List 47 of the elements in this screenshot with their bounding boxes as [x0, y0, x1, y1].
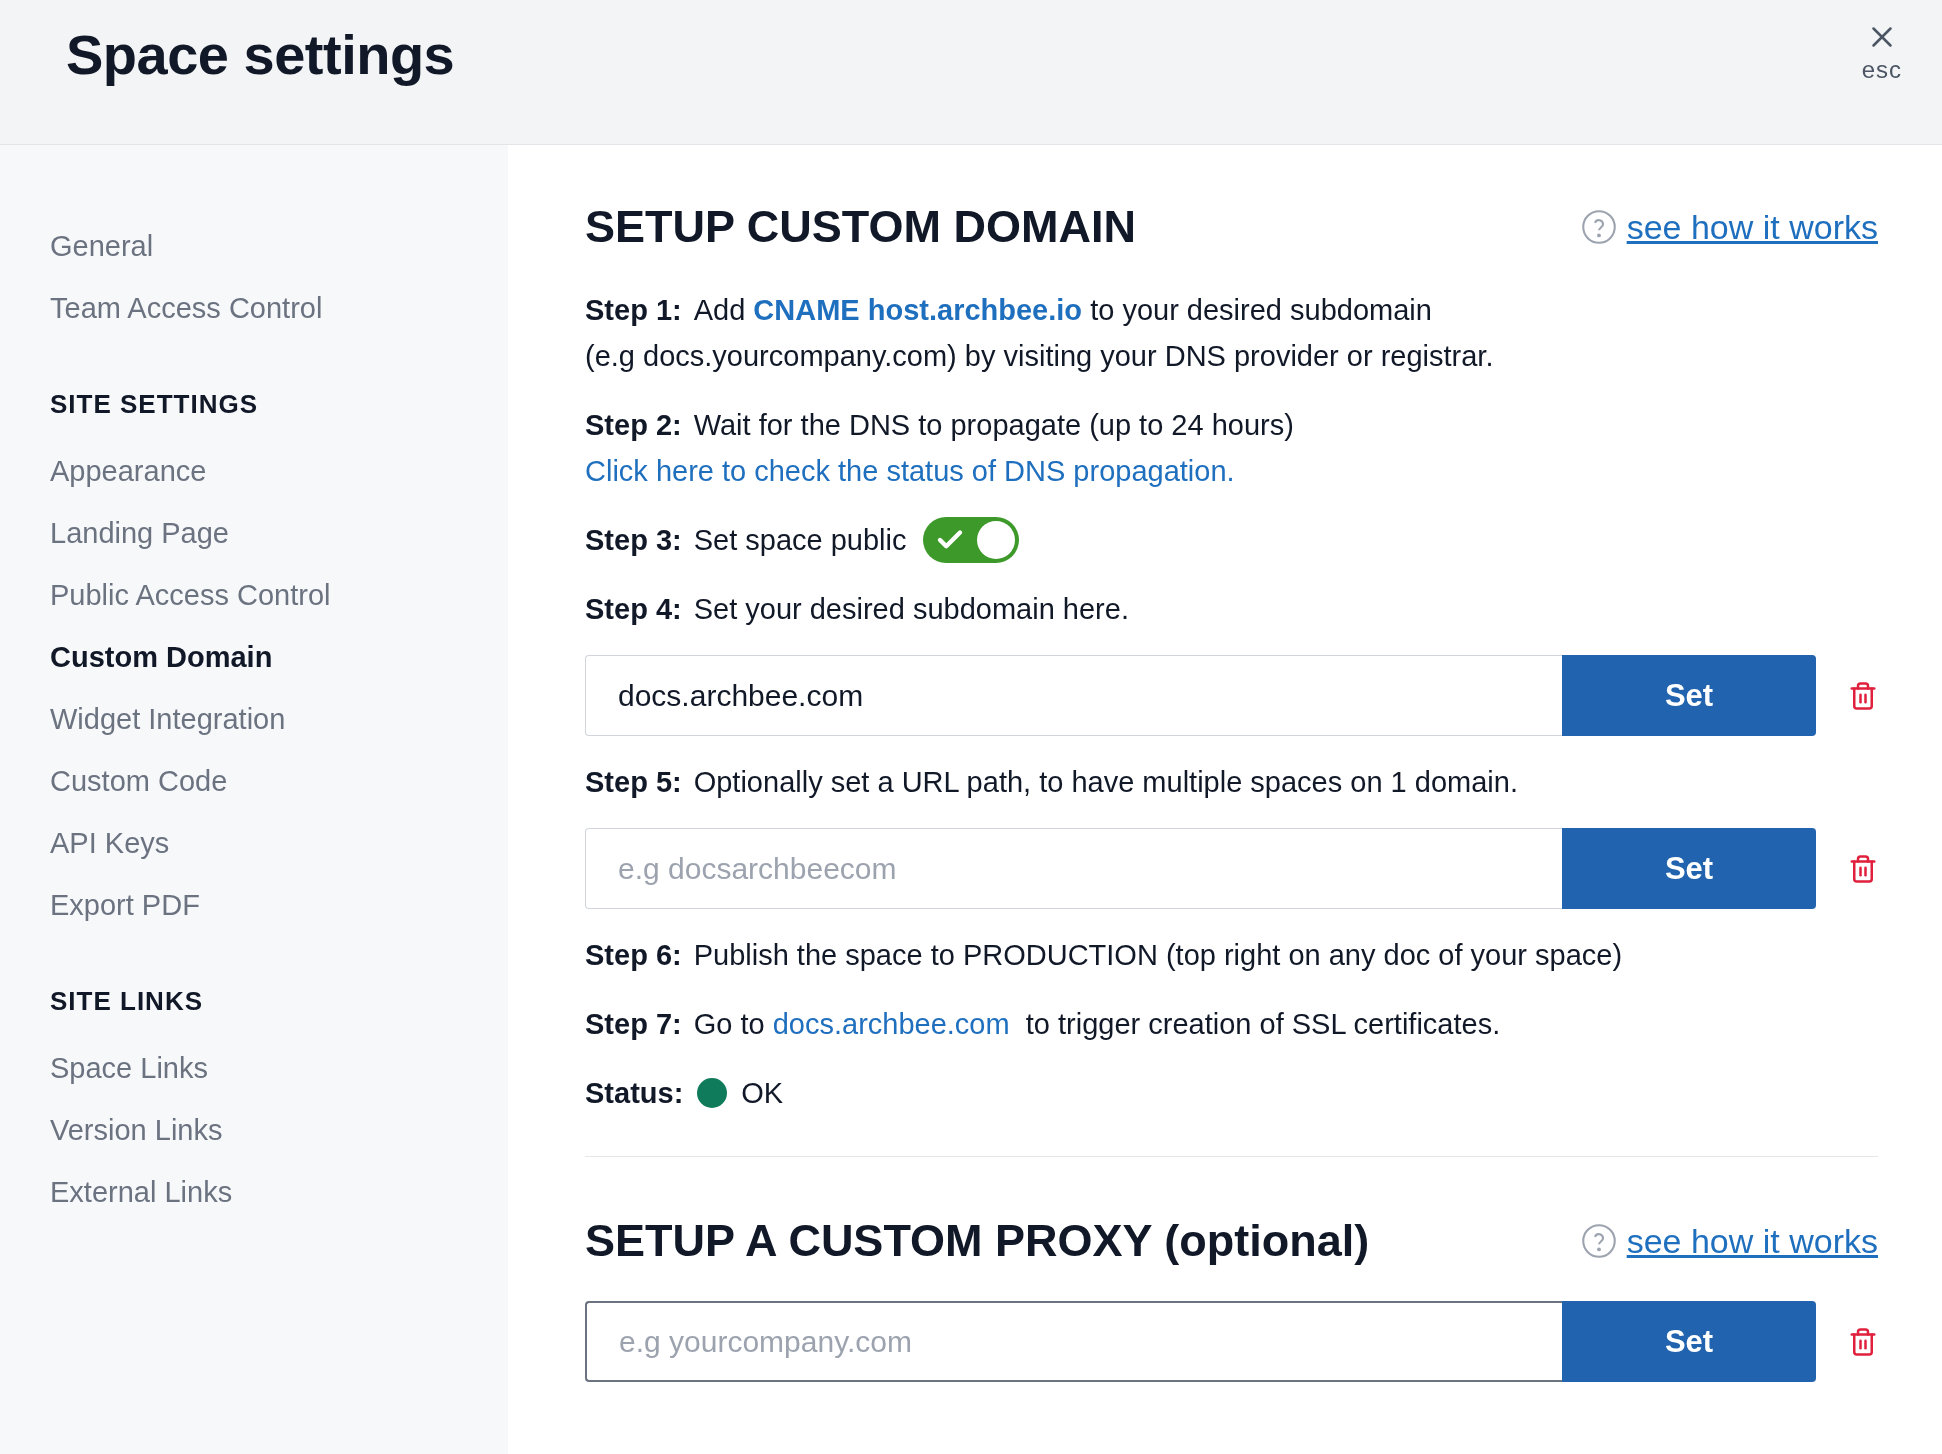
- sidebar-item[interactable]: General: [50, 215, 508, 277]
- trash-icon: [1848, 853, 1878, 884]
- trash-icon: [1848, 1326, 1878, 1357]
- section-title: SETUP A CUSTOM PROXY (optional): [585, 1215, 1370, 1267]
- section-title: SETUP CUSTOM DOMAIN: [585, 201, 1136, 253]
- sidebar-item[interactable]: Appearance: [50, 440, 508, 502]
- text-field[interactable]: e.g yourcompany.com: [585, 1301, 1562, 1382]
- sidebar-item[interactable]: Custom Code: [50, 750, 508, 812]
- trash-icon: [1848, 680, 1878, 711]
- sidebar-item[interactable]: Export PDF: [50, 874, 508, 936]
- step-text: Step 7: Go to docs.archbee.com to trigger creation of SSL certificates.: [585, 1007, 1501, 1042]
- link[interactable]: Click here to check the status of DNS propagation.: [585, 455, 1235, 487]
- sidebar-item[interactable]: Team Access Control: [50, 277, 508, 339]
- help-link[interactable]: see how it works: [1626, 207, 1878, 247]
- step-text: (e.g docs.yourcompany.com) by visiting your DNS provider or registrar.: [585, 339, 1495, 374]
- sidebar-item[interactable]: Public Access Control: [50, 564, 508, 626]
- step-text: Step 5: Optionally set a URL path, to have multiple spaces on 1 domain.: [585, 765, 1518, 800]
- sidebar-item[interactable]: External Links: [50, 1161, 508, 1223]
- delete-button[interactable]: [1848, 1326, 1878, 1357]
- step-text: Step 4: Set your desired subdomain here.: [585, 592, 1129, 627]
- sidebar-item[interactable]: API Keys: [50, 812, 508, 874]
- status-label: Status:: [585, 1076, 684, 1111]
- status-text: OK: [741, 1076, 784, 1110]
- step-text: Step 6: Publish the space to PRODUCTION (top right on any doc of your space): [585, 938, 1623, 973]
- text-field[interactable]: docs.archbee.com: [585, 655, 1562, 736]
- page-title: Space settings: [66, 22, 455, 87]
- sidebar-item[interactable]: Landing Page: [50, 502, 508, 564]
- sidebar-item[interactable]: Version Links: [50, 1099, 508, 1161]
- help-link[interactable]: see how it works: [1626, 1221, 1878, 1261]
- sidebar-heading: SITE SETTINGS: [50, 389, 260, 420]
- help-icon: [1580, 209, 1617, 245]
- step-text: Step 1: Add CNAME host.archbee.io to your desired subdomain: [585, 293, 1432, 328]
- sidebar-item[interactable]: Custom Domain: [50, 626, 508, 688]
- sidebar-item[interactable]: Widget Integration: [50, 688, 508, 750]
- step-text: Step 2: Wait for the DNS to propagate (up to 24 hours): [585, 408, 1294, 443]
- esc-hint: esc: [1861, 56, 1902, 84]
- set-button[interactable]: Set: [1562, 1301, 1816, 1382]
- delete-button[interactable]: [1848, 680, 1878, 711]
- help-icon: [1580, 1223, 1617, 1259]
- set-button[interactable]: Set: [1562, 828, 1816, 909]
- step-text: Step 3: Set space public: [585, 523, 907, 558]
- sidebar-item[interactable]: Space Links: [50, 1037, 508, 1099]
- link[interactable]: docs.archbee.com: [772, 1008, 1010, 1040]
- sidebar-heading: SITE LINKS: [50, 986, 204, 1017]
- toggle-switch[interactable]: [922, 517, 1019, 563]
- set-button[interactable]: Set: [1562, 655, 1816, 736]
- delete-button[interactable]: [1848, 853, 1878, 884]
